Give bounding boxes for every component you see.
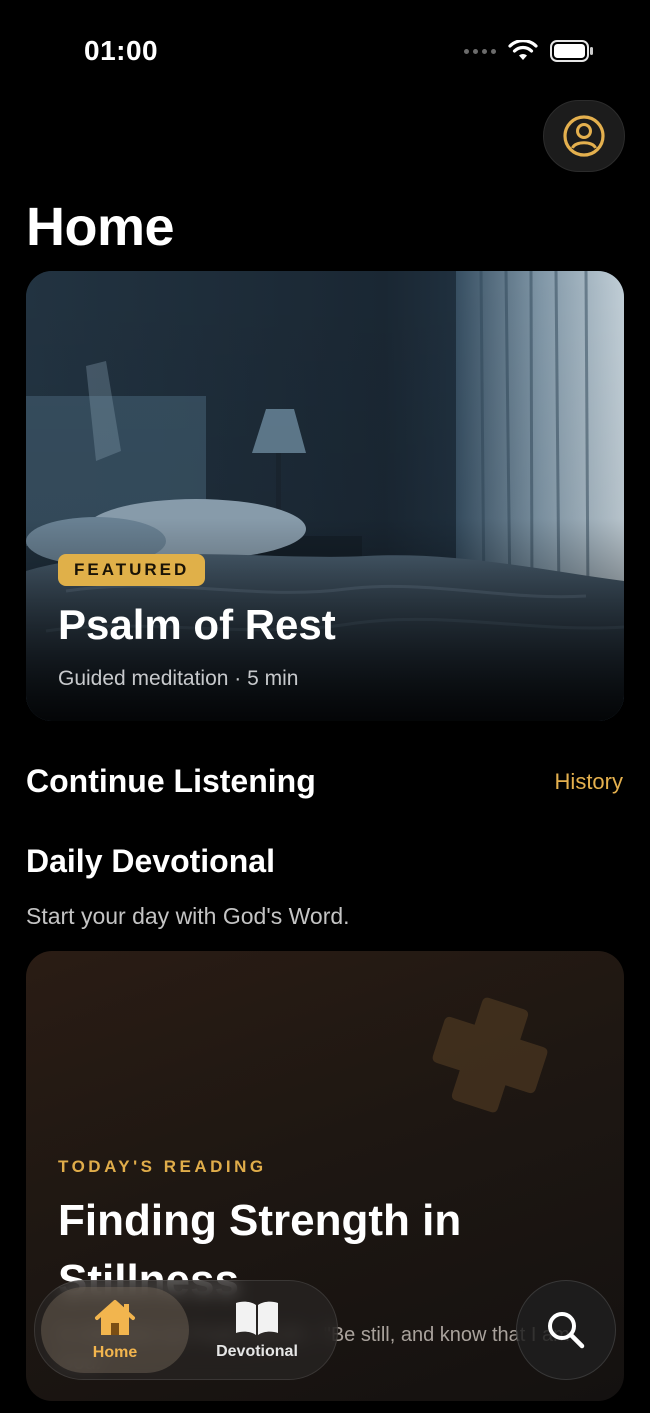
status-time: 01:00 <box>84 35 159 66</box>
history-link[interactable]: History <box>555 769 623 795</box>
continue-listening-title: Continue Listening <box>26 763 316 799</box>
featured-subtitle: Guided meditation · 5 min <box>58 667 299 690</box>
status-bar: 01:00 <box>0 0 650 100</box>
search-icon <box>548 1312 585 1349</box>
cross-icon <box>432 997 548 1113</box>
book-icon <box>236 1301 278 1335</box>
featured-badge: FEATURED <box>58 554 206 586</box>
featured-title: Psalm of Rest <box>58 601 336 648</box>
search-button[interactable] <box>516 1280 616 1380</box>
battery-icon <box>550 40 593 62</box>
person-circle-icon <box>563 115 605 157</box>
tab-bar: Home Devotional <box>34 1280 338 1380</box>
status-icons <box>464 40 594 62</box>
daily-devotional-title: Daily Devotional <box>26 843 275 879</box>
reading-label: TODAY'S READING <box>58 1157 267 1176</box>
house-icon <box>95 1300 135 1335</box>
daily-devotional-subtitle: Start your day with God's Word. <box>26 903 350 929</box>
tab-home-label: Home <box>92 1344 138 1361</box>
wifi-icon <box>508 40 538 60</box>
page-title: Home <box>26 197 175 257</box>
tab-devotional[interactable]: Devotional <box>183 1287 331 1373</box>
profile-button[interactable] <box>543 100 625 172</box>
featured-card[interactable]: FEATURED Psalm of Rest Guided meditation… <box>26 271 624 721</box>
featured-image <box>26 271 624 721</box>
cellular-signal-icon <box>464 48 496 54</box>
tab-home[interactable]: Home <box>41 1287 189 1373</box>
tab-devotional-label: Devotional <box>216 1343 298 1360</box>
